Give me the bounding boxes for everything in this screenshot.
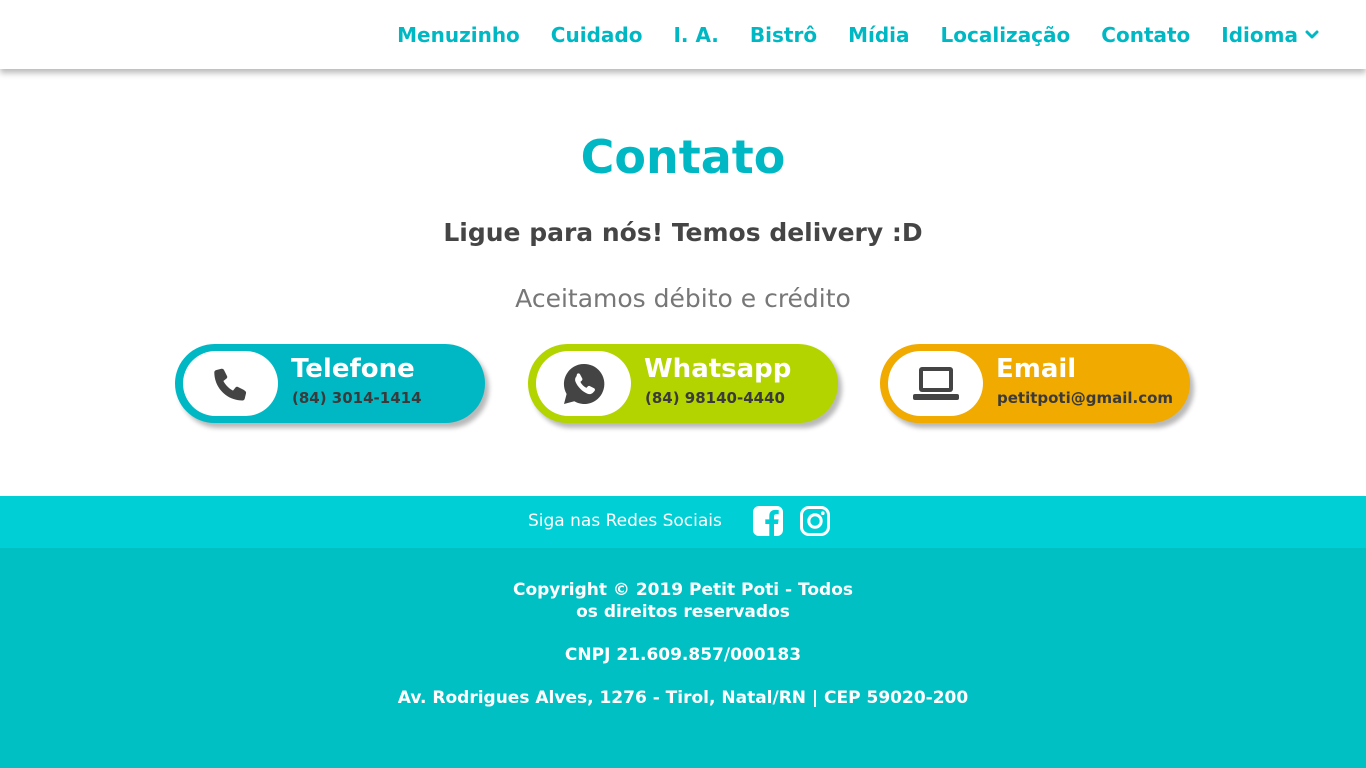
delivery-message: Ligue para nós! Temos delivery :D — [443, 218, 923, 247]
top-navbar: Menuzinho Cuidado I. A. Bistrô Mídia Loc… — [0, 0, 1366, 69]
phone-icon — [213, 368, 246, 400]
whatsapp-contact-button[interactable]: Whatsapp (84) 98140-4440 — [528, 344, 838, 423]
email-contact-button[interactable]: Email petitpoti@gmail.com — [880, 344, 1190, 423]
whatsapp-number: (84) 98140-4440 — [645, 389, 785, 407]
chevron-down-icon — [1305, 30, 1319, 38]
language-dropdown-label: Idioma — [1221, 22, 1298, 47]
nav-link-cuidado[interactable]: Cuidado — [551, 23, 643, 47]
cnpj-text: CNPJ 21.609.857/000183 — [564, 645, 802, 665]
whatsapp-icon — [563, 363, 604, 404]
social-label: Siga nas Redes Sociais — [528, 511, 722, 531]
facebook-icon[interactable] — [752, 505, 784, 537]
nav-link-bistro[interactable]: Bistrô — [750, 23, 817, 47]
payment-note: Aceitamos débito e crédito — [515, 284, 851, 313]
phone-number: (84) 3014-1414 — [292, 389, 422, 407]
laptop-icon-circle — [888, 351, 983, 416]
instagram-icon[interactable] — [799, 505, 831, 537]
nav-link-ia[interactable]: I. A. — [673, 23, 718, 47]
email-title: Email — [996, 354, 1077, 384]
address-text: Av. Rodrigues Alves, 1276 - Tirol, Natal… — [397, 688, 969, 708]
nav-link-contato[interactable]: Contato — [1101, 23, 1190, 47]
phone-icon-circle — [183, 351, 278, 416]
copyright-line-2: os direitos reservados — [576, 602, 790, 622]
footer: Copyright © 2019 Petit Poti - Todos os d… — [0, 548, 1366, 768]
whatsapp-icon-circle — [536, 351, 631, 416]
laptop-icon — [912, 366, 959, 400]
language-dropdown[interactable]: Idioma — [1221, 23, 1319, 47]
phone-title: Telefone — [291, 354, 415, 384]
nav-link-menuzinho[interactable]: Menuzinho — [397, 23, 520, 47]
phone-contact-button[interactable]: Telefone (84) 3014-1414 — [175, 344, 485, 423]
page-title: Contato — [580, 130, 786, 184]
whatsapp-title: Whatsapp — [644, 354, 792, 384]
social-bar: Siga nas Redes Sociais — [0, 496, 1366, 548]
copyright-line-1: Copyright © 2019 Petit Poti - Todos — [512, 580, 854, 600]
main-nav: Menuzinho Cuidado I. A. Bistrô Mídia Loc… — [366, 0, 1319, 69]
nav-link-localizacao[interactable]: Localização — [941, 23, 1071, 47]
email-address: petitpoti@gmail.com — [997, 389, 1174, 407]
nav-link-midia[interactable]: Mídia — [848, 23, 909, 47]
copyright-text: Copyright © 2019 Petit Poti - Todos os d… — [0, 579, 1366, 623]
